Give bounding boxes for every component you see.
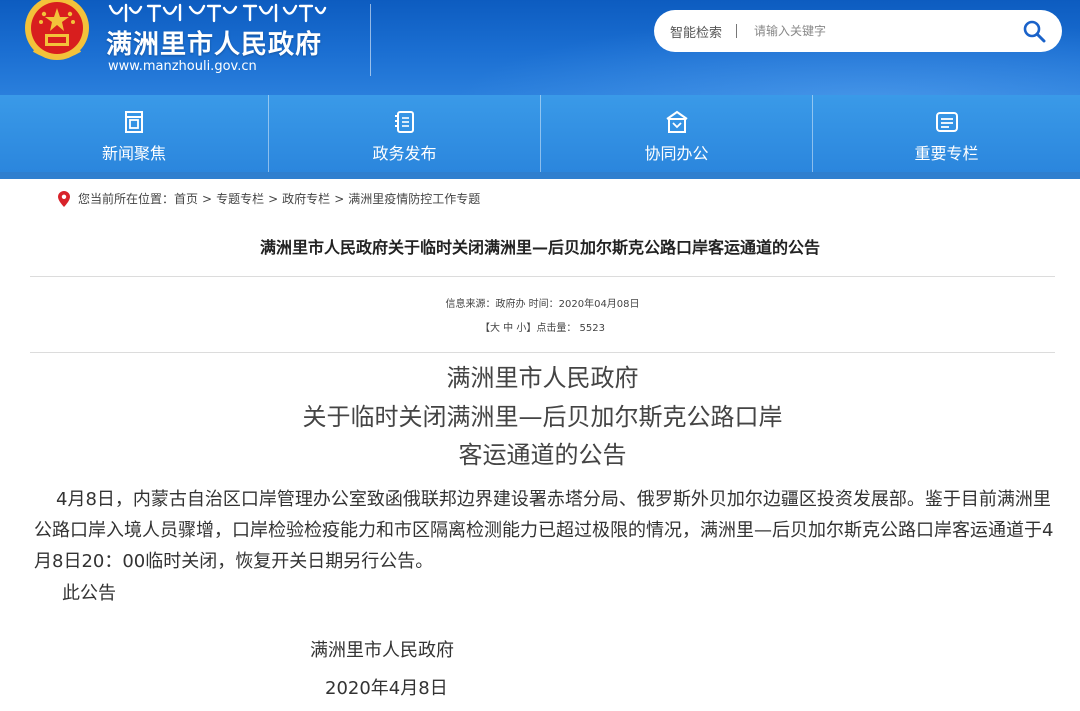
header-divider: [370, 4, 371, 76]
document-icon: [125, 111, 143, 133]
closing-text: 此公告: [62, 583, 116, 604]
font-size-medium-button[interactable]: 中: [503, 323, 513, 334]
signature: 满洲里市人民政府: [310, 640, 454, 661]
search-input[interactable]: [754, 20, 994, 42]
doc-heading-line-2: 关于临时关闭满洲里—后贝加尔斯克公路口岸: [302, 403, 783, 431]
search-box: 智能检索: [654, 10, 1062, 52]
search-separator: [736, 24, 737, 38]
nav-item-label: 新闻聚焦: [101, 144, 166, 163]
nav-item-news[interactable]: 新闻聚焦: [0, 95, 268, 172]
nav-underline: [0, 172, 1080, 179]
article-meta: 【大 中 小】点击量： 5523: [0, 319, 1080, 334]
breadcrumb-home[interactable]: 首页: [174, 190, 198, 207]
font-size-bracket-open: 【: [479, 323, 490, 334]
body-paragraph: 4月8日，内蒙古自治区口岸管理办公室致函俄联邦边界建设署赤塔分局、俄罗斯外贝加尔…: [34, 489, 1054, 572]
breadcrumb-separator: >: [202, 191, 213, 206]
notebook-icon: [394, 111, 414, 133]
doc-heading-line-3: 客运通道的公告: [458, 441, 627, 469]
divider: [30, 276, 1055, 277]
nav-item-label: 政务发布: [372, 144, 437, 163]
mongolian-script-logo: [108, 3, 327, 23]
breadcrumb-prefix: 您当前所在位置：: [78, 192, 175, 206]
article-body: 4月8日，内蒙古自治区口岸管理办公室致函俄联邦边界建设署赤塔分局、俄罗斯外贝加尔…: [34, 484, 1054, 577]
font-size-bracket-close: 】: [526, 323, 537, 334]
breadcrumb-separator: >: [334, 191, 345, 206]
article-source-time: 信息来源：政府办 时间：2020年04月08日: [445, 299, 640, 310]
site-url[interactable]: www.manzhouli.gov.cn: [108, 59, 257, 74]
nav-item-publish[interactable]: 政务发布: [269, 95, 540, 172]
click-count-label: 点击量：: [536, 323, 577, 334]
divider: [30, 352, 1055, 353]
location-pin-icon: [58, 190, 70, 207]
font-size-small-button[interactable]: 小: [516, 323, 526, 334]
search-label: 智能检索: [670, 26, 723, 41]
font-size-large-button[interactable]: 大: [490, 323, 500, 334]
site-header: 满洲里市人民政府 www.manzhouli.gov.cn 智能检索: [0, 0, 1080, 95]
nav-item-label: 重要专栏: [914, 144, 979, 163]
national-emblem-icon[interactable]: [22, 0, 92, 66]
nav-item-columns[interactable]: 重要专栏: [813, 95, 1080, 172]
click-count-value: 5523: [579, 323, 605, 334]
doc-heading-line-1: 满洲里市人民政府: [446, 364, 639, 392]
breadcrumb-epidemic-topic[interactable]: 满洲里疫情防控工作专题: [348, 190, 480, 207]
nav-item-label: 协同办公: [644, 144, 709, 163]
nav-item-office[interactable]: 协同办公: [541, 95, 812, 172]
main-nav: 新闻聚焦 政务发布 协同办公 重要专栏: [0, 95, 1080, 172]
building-icon: [665, 110, 688, 133]
breadcrumb-separator: >: [268, 191, 279, 206]
breadcrumb-topics[interactable]: 专题专栏: [216, 190, 264, 207]
issue-date: 2020年4月8日: [325, 678, 448, 699]
breadcrumb: 您当前所在位置： 首页 > 专题专栏 > 政府专栏 > 满洲里疫情防控工作专题: [58, 190, 480, 207]
search-icon[interactable]: [1022, 19, 1046, 43]
breadcrumb-gov-column[interactable]: 政府专栏: [282, 190, 330, 207]
site-title[interactable]: 满洲里市人民政府: [106, 24, 322, 61]
list-icon: [935, 112, 958, 132]
article-title: 满洲里市人民政府关于临时关闭满洲里—后贝加尔斯克公路口岸客运通道的公告: [259, 238, 820, 257]
